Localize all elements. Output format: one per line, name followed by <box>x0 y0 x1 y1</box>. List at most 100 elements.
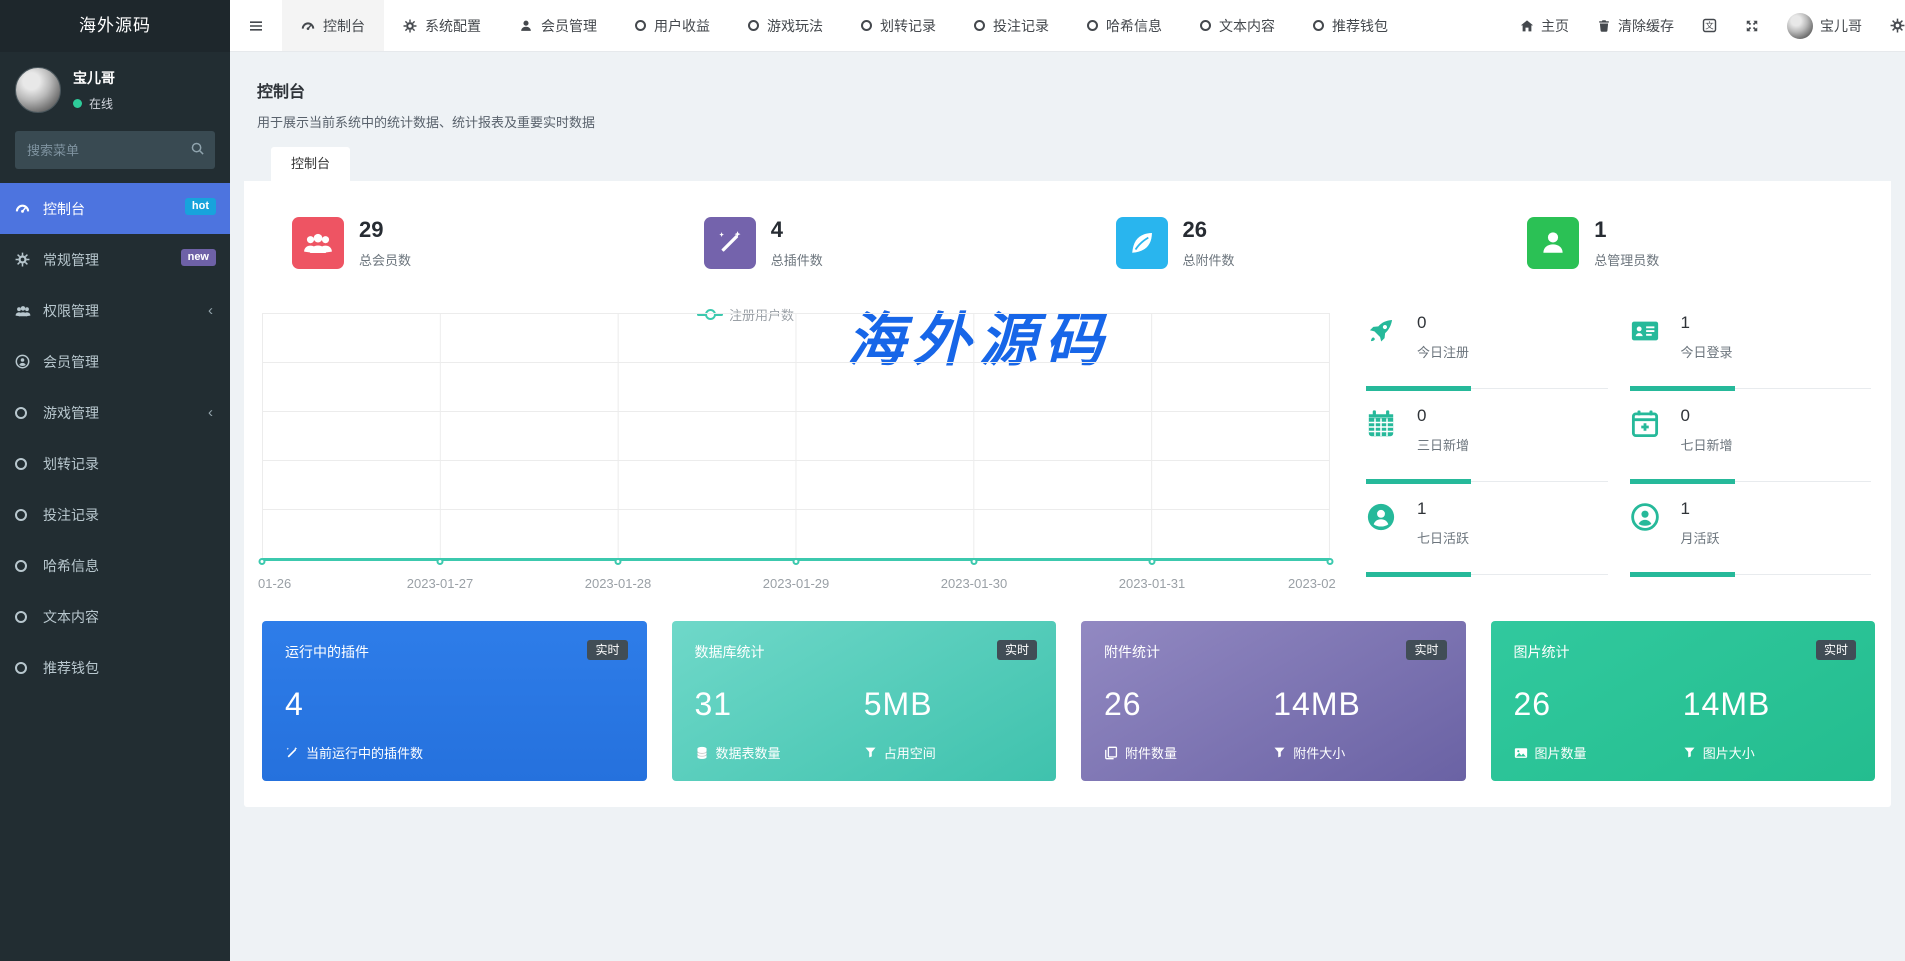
search-icon[interactable] <box>190 141 205 156</box>
card-running-addons: 运行中的插件 实时 4 当前运行中的插件数 <box>262 621 647 781</box>
user-icon <box>1527 217 1579 269</box>
sidebar-item-games[interactable]: 游戏管理 <box>0 387 230 438</box>
user-icon <box>519 19 533 33</box>
database-icon <box>695 746 709 760</box>
registered-users-chart: 注册用户数 海外源码 <box>262 299 1330 591</box>
nav-tab-user-earnings[interactable]: 用户收益 <box>616 0 729 52</box>
filter-icon <box>1273 746 1286 759</box>
nav-tab-dashboard[interactable]: 控制台 <box>282 0 384 52</box>
nav-tab-bet-records[interactable]: 投注记录 <box>955 0 1068 52</box>
nav-tab-transfer-records[interactable]: 划转记录 <box>842 0 955 52</box>
mini-stat-label: 今日登录 <box>1681 342 1733 361</box>
fullscreen-icon <box>1745 19 1759 33</box>
circle-o-icon <box>15 662 43 674</box>
content-area: 控制台 用于展示当前系统中的统计数据、统计报表及重要实时数据 控制台 29 总会… <box>230 52 1905 961</box>
chart-point <box>1327 558 1334 565</box>
card-value: 14MB <box>1273 686 1442 723</box>
x-tick-label: 2023-01-28 <box>585 576 652 591</box>
avatar <box>1787 13 1813 39</box>
gauge-icon <box>15 201 43 216</box>
sidebar-search <box>15 131 215 169</box>
language-button[interactable]: 文 <box>1688 0 1731 52</box>
summary-cards: 运行中的插件 实时 4 当前运行中的插件数 <box>244 591 1891 781</box>
card-attachment-stats: 附件统计 实时 26 14MB 附件数量 <box>1081 621 1466 781</box>
x-tick-label: 2023-02 <box>1288 576 1336 591</box>
sidebar-item-transfer-records[interactable]: 划转记录 <box>0 438 230 489</box>
sidebar-item-label: 权限管理 <box>43 301 99 321</box>
card-foot-label: 占用空间 <box>884 743 936 762</box>
user-status-label: 在线 <box>89 95 113 112</box>
circle-o-icon <box>15 611 43 623</box>
chart-line <box>262 558 1330 561</box>
sidebar-item-general[interactable]: 常规管理 new <box>0 234 230 285</box>
x-tick-label: 2023-01-27 <box>407 576 474 591</box>
x-tick-label: 2023-01-29 <box>763 576 830 591</box>
card-foot-label: 数据表数量 <box>716 743 781 762</box>
sidebar-item-text-content[interactable]: 文本内容 <box>0 591 230 642</box>
circle-o-icon <box>15 458 43 470</box>
nav-tab-label: 投注记录 <box>993 16 1049 36</box>
circle-o-icon <box>15 509 43 521</box>
stat-label: 总管理员数 <box>1594 250 1659 269</box>
gear-icon <box>403 19 417 33</box>
sidebar-item-referral-wallet[interactable]: 推荐钱包 <box>0 642 230 693</box>
realtime-badge: 实时 <box>997 640 1037 660</box>
nav-tab-hash-info[interactable]: 哈希信息 <box>1068 0 1181 52</box>
card-title: 附件统计 <box>1104 642 1443 662</box>
user-circle-icon <box>15 354 43 369</box>
stat-label: 总插件数 <box>771 250 823 269</box>
fullscreen-button[interactable] <box>1731 0 1773 52</box>
content-header: 控制台 用于展示当前系统中的统计数据、统计报表及重要实时数据 <box>244 52 1891 147</box>
mini-stat-value: 1 <box>1417 499 1469 519</box>
user-menu[interactable]: 宝儿哥 <box>1773 0 1876 52</box>
sidebar-item-members[interactable]: 会员管理 <box>0 336 230 387</box>
sidebar-item-auth[interactable]: 权限管理 <box>0 285 230 336</box>
gear-icon <box>15 252 43 267</box>
sidebar-item-label: 哈希信息 <box>43 556 99 576</box>
sidebar-item-dashboard[interactable]: 控制台 hot <box>0 183 230 234</box>
mini-stat-value: 1 <box>1681 313 1733 333</box>
nav-tab-members[interactable]: 会员管理 <box>500 0 616 52</box>
nav-tab-referral-wallet[interactable]: 推荐钱包 <box>1294 0 1407 52</box>
top-navbar: 控制台 系统配置 会员管理 用户收益 游戏玩法 <box>230 0 1905 52</box>
tab-dashboard[interactable]: 控制台 <box>271 147 350 181</box>
brand-title: 海外源码 <box>0 0 230 52</box>
sidebar-item-bet-records[interactable]: 投注记录 <box>0 489 230 540</box>
card-database-stats: 数据库统计 实时 31 5MB 数据表数量 <box>672 621 1057 781</box>
clear-cache-button[interactable]: 清除缓存 <box>1583 0 1688 52</box>
gear-icon <box>1890 18 1905 33</box>
users-icon <box>292 217 344 269</box>
filter-icon <box>864 746 877 759</box>
mini-stat-label: 今日注册 <box>1417 342 1469 361</box>
home-label: 主页 <box>1541 16 1569 36</box>
chart-point <box>437 558 444 565</box>
nav-tab-label: 系统配置 <box>425 16 481 36</box>
page-subtitle: 用于展示当前系统中的统计数据、统计报表及重要实时数据 <box>257 112 1878 131</box>
home-button[interactable]: 主页 <box>1506 0 1583 52</box>
settings-button[interactable] <box>1876 0 1905 52</box>
nav-tab-label: 哈希信息 <box>1106 16 1162 36</box>
avatar[interactable] <box>15 67 61 113</box>
chevron-left-icon <box>208 302 213 319</box>
user-status: 在线 <box>73 95 115 112</box>
user-circle-outline-icon <box>1630 499 1666 558</box>
copy-icon <box>1104 746 1118 760</box>
nav-tab-text-content[interactable]: 文本内容 <box>1181 0 1294 52</box>
stat-value: 26 <box>1183 217 1235 243</box>
user-circle-solid-icon <box>1366 499 1402 558</box>
realtime-badge: 实时 <box>1406 640 1446 660</box>
x-tick-label: 2023-01-31 <box>1119 576 1186 591</box>
page-title: 控制台 <box>257 78 1878 102</box>
nav-tab-game-play[interactable]: 游戏玩法 <box>729 0 842 52</box>
card-foot-label: 当前运行中的插件数 <box>306 743 423 762</box>
sidebar-item-hash-info[interactable]: 哈希信息 <box>0 540 230 591</box>
nav-tab-system-config[interactable]: 系统配置 <box>384 0 500 52</box>
card-foot-label: 图片大小 <box>1703 743 1755 762</box>
search-input[interactable] <box>15 131 215 169</box>
magic-wand-icon <box>704 217 756 269</box>
circle-o-icon <box>1200 20 1211 31</box>
sidebar-item-label: 推荐钱包 <box>43 658 99 678</box>
sidebar-item-label: 投注记录 <box>43 505 99 525</box>
hamburger-icon[interactable] <box>230 18 282 34</box>
svg-text:文: 文 <box>1705 21 1714 31</box>
